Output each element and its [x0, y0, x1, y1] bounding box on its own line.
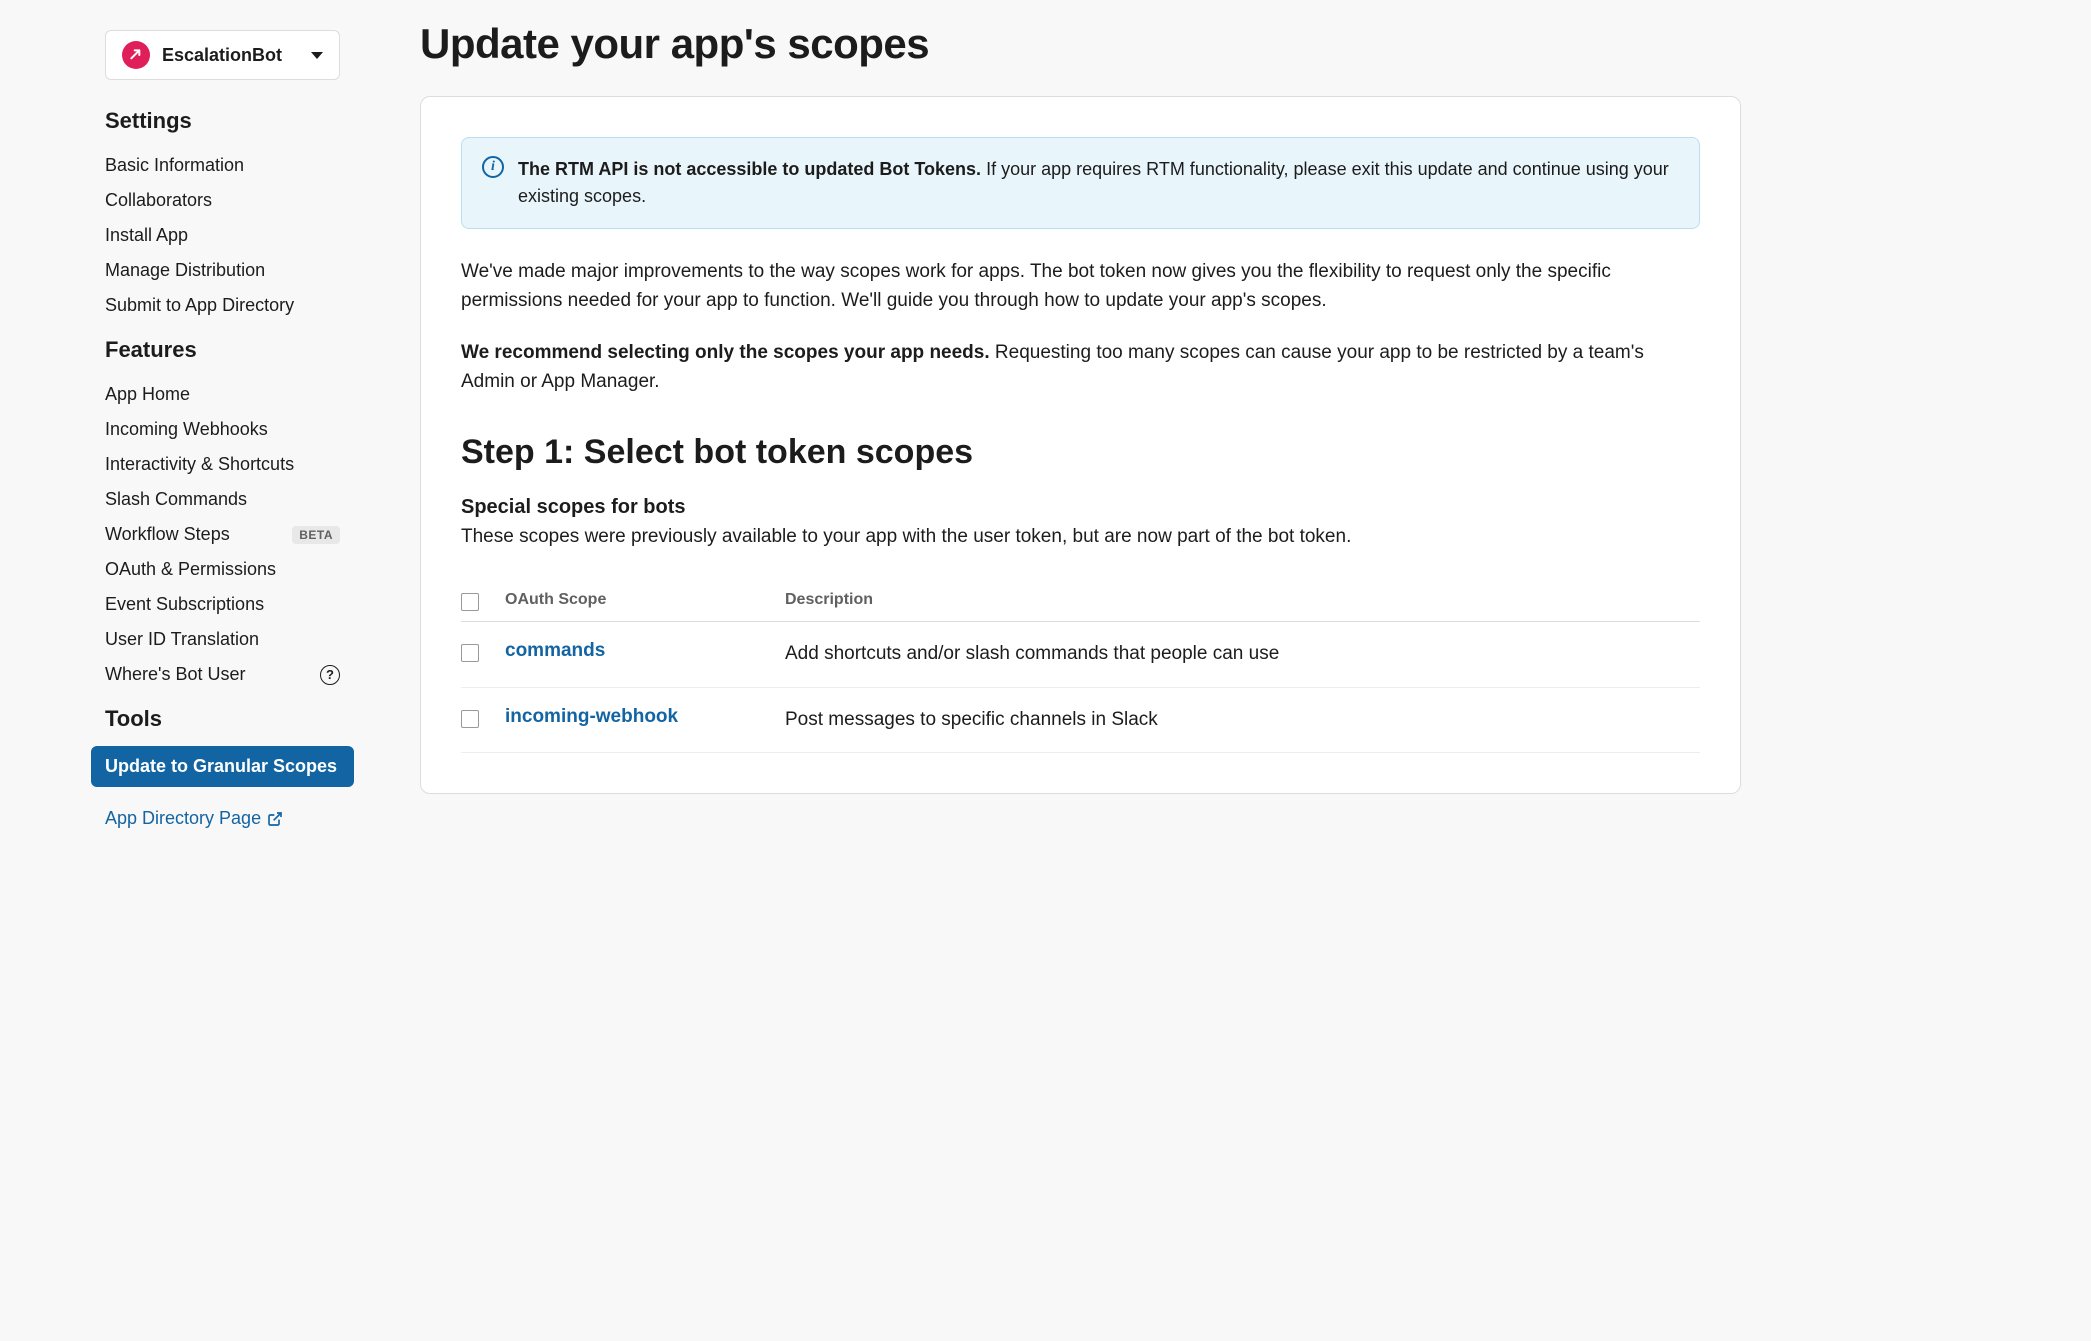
header-description: Description: [785, 591, 1700, 609]
scope-desc: Post messages to specific channels in Sl…: [785, 706, 1700, 735]
step-title: Step 1: Select bot token scopes: [461, 433, 1700, 472]
nav-user-id-translation[interactable]: User ID Translation: [105, 622, 340, 657]
app-directory-page-link[interactable]: App Directory Page: [105, 801, 340, 836]
app-icon: [122, 41, 150, 69]
page-title: Update your app's scopes: [420, 20, 1741, 68]
checkbox-commands[interactable]: [461, 644, 479, 662]
info-box: i The RTM API is not accessible to updat…: [461, 137, 1700, 229]
caret-down-icon: [311, 52, 323, 59]
recommend-text: We recommend selecting only the scopes y…: [461, 338, 1700, 397]
nav-collaborators[interactable]: Collaborators: [105, 183, 340, 218]
nav-oauth-permissions[interactable]: OAuth & Permissions: [105, 552, 340, 587]
nav-list-features: App Home Incoming Webhooks Interactivity…: [105, 377, 340, 692]
checkbox-select-all[interactable]: [461, 593, 479, 611]
help-icon[interactable]: ?: [320, 665, 340, 685]
scope-link-incoming-webhook[interactable]: incoming-webhook: [505, 706, 785, 728]
subsection-desc: These scopes were previously available t…: [461, 523, 1700, 552]
nav-install-app[interactable]: Install App: [105, 218, 340, 253]
app-name: EscalationBot: [162, 45, 282, 66]
nav-list-tools: Update to Granular Scopes: [105, 746, 340, 787]
nav-list-settings: Basic Information Collaborators Install …: [105, 148, 340, 323]
external-link-icon: [267, 811, 283, 827]
sidebar: EscalationBot Settings Basic Information…: [0, 0, 380, 1341]
header-oauth-scope: OAuth Scope: [505, 591, 785, 609]
nav-wheres-bot-user[interactable]: Where's Bot User ?: [105, 657, 340, 692]
nav-manage-distribution[interactable]: Manage Distribution: [105, 253, 340, 288]
app-selector-dropdown[interactable]: EscalationBot: [105, 30, 340, 80]
nav-incoming-webhooks[interactable]: Incoming Webhooks: [105, 412, 340, 447]
scope-desc: Add shortcuts and/or slash commands that…: [785, 640, 1700, 669]
subsection-title: Special scopes for bots: [461, 496, 1700, 519]
info-icon: i: [482, 156, 504, 178]
checkbox-incoming-webhook[interactable]: [461, 710, 479, 728]
nav-event-subscriptions[interactable]: Event Subscriptions: [105, 587, 340, 622]
scope-link-commands[interactable]: commands: [505, 640, 785, 662]
nav-workflow-steps[interactable]: Workflow Steps BETA: [105, 517, 340, 552]
table-row: commands Add shortcuts and/or slash comm…: [461, 622, 1700, 688]
main-content: Update your app's scopes i The RTM API i…: [380, 0, 2091, 1341]
scope-table: OAuth Scope Description commands Add sho…: [461, 579, 1700, 753]
content-card: i The RTM API is not accessible to updat…: [420, 96, 1741, 794]
nav-basic-information[interactable]: Basic Information: [105, 148, 340, 183]
section-title-tools: Tools: [105, 706, 340, 732]
table-row: incoming-webhook Post messages to specif…: [461, 688, 1700, 754]
beta-badge: BETA: [292, 526, 340, 544]
nav-update-granular-scopes[interactable]: Update to Granular Scopes: [91, 746, 354, 787]
nav-interactivity-shortcuts[interactable]: Interactivity & Shortcuts: [105, 447, 340, 482]
nav-submit-app-directory[interactable]: Submit to App Directory: [105, 288, 340, 323]
section-title-settings: Settings: [105, 108, 340, 134]
nav-app-home[interactable]: App Home: [105, 377, 340, 412]
table-header: OAuth Scope Description: [461, 579, 1700, 622]
section-title-features: Features: [105, 337, 340, 363]
info-text: The RTM API is not accessible to updated…: [518, 156, 1679, 210]
intro-text: We've made major improvements to the way…: [461, 257, 1700, 316]
nav-slash-commands[interactable]: Slash Commands: [105, 482, 340, 517]
